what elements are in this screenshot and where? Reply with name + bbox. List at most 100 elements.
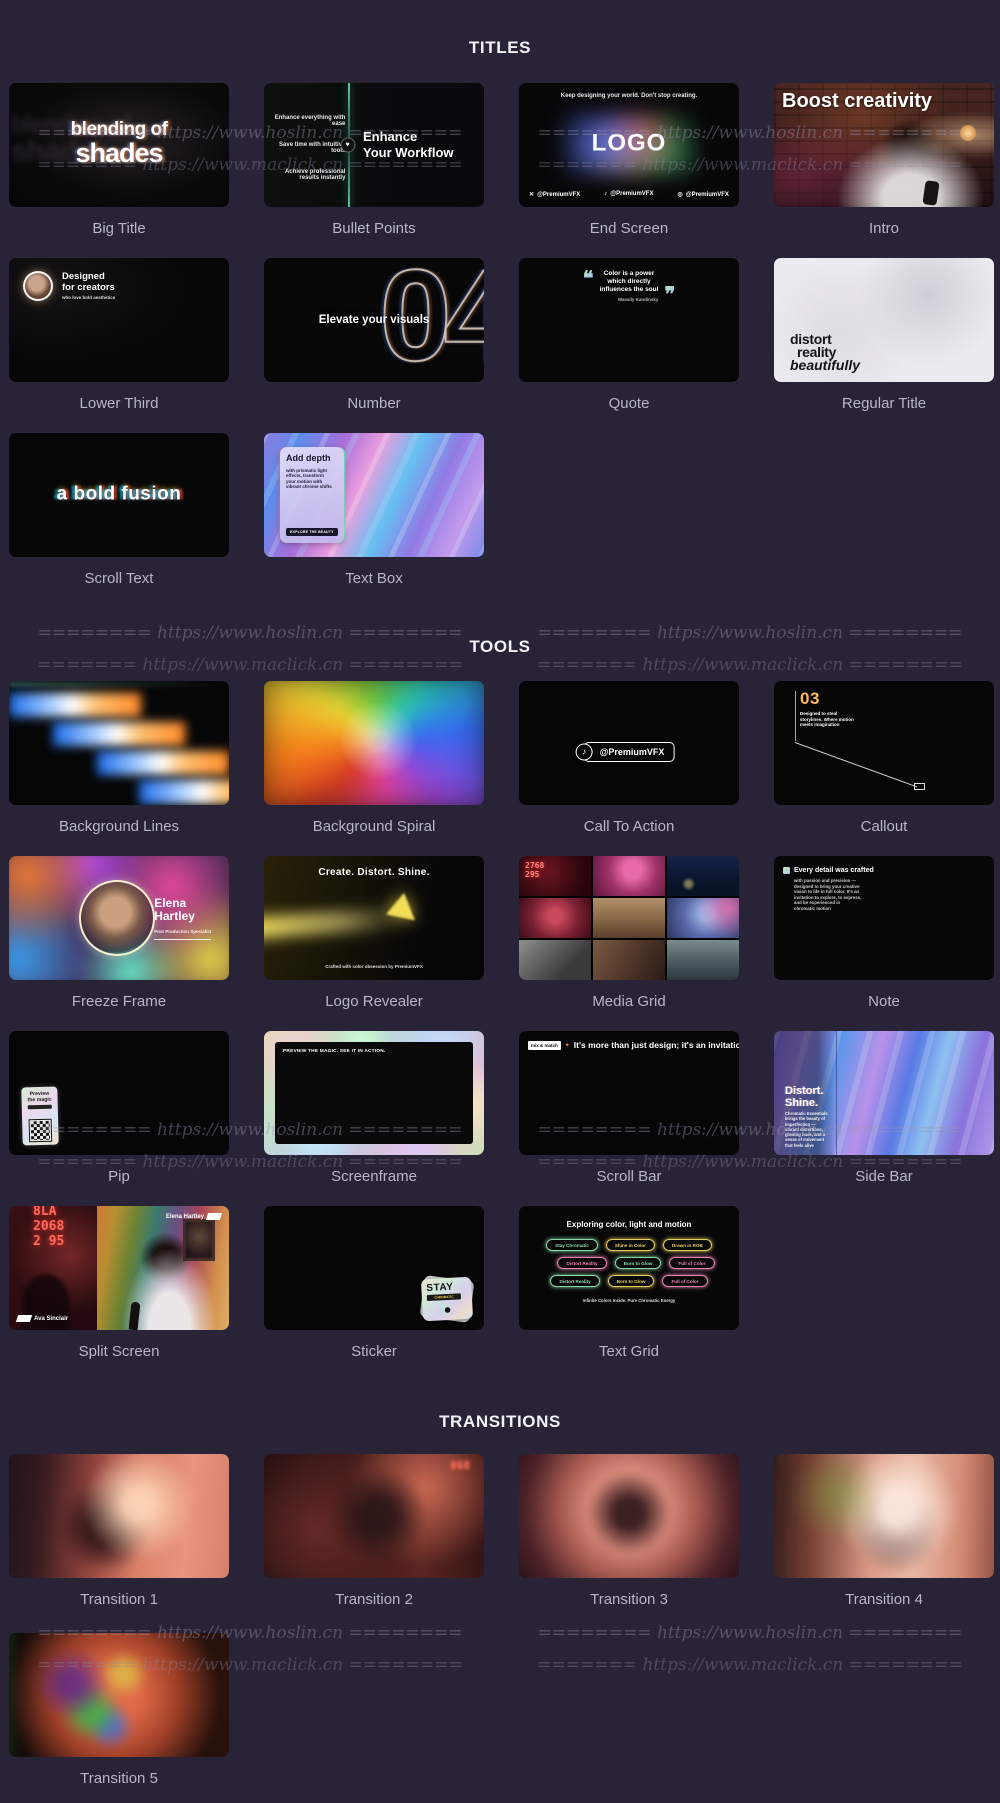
thumb-end-screen[interactable]: Keep designing your world. Don't stop cr… <box>519 83 739 207</box>
thumb-quote[interactable]: ❝ Color is a power which directly influe… <box>519 258 739 382</box>
watermark-text: ======= https://www.maclick.cn ======== <box>537 655 962 675</box>
lamp-decoration <box>960 125 976 141</box>
heading-text: Exploring color, light and motion <box>567 1220 692 1229</box>
bullet-list: Enhance everything with ease Save time w… <box>264 115 345 181</box>
thumb-big-title[interactable]: blending of shades blending of shades <box>9 83 229 207</box>
heart-icon: ♥ <box>340 138 355 153</box>
template-card-side-bar: Distort. Shine. Chromatic Essentials bri… <box>774 1031 994 1186</box>
template-card-lower-third: Designed for creators who love bold aest… <box>9 258 229 413</box>
template-card-split-screen: 8LA 2068 2 95 Elena Hartley Ava Sinclair… <box>9 1206 229 1361</box>
thumb-freeze-frame[interactable]: Elena Hartley Post Production Specialist <box>9 856 229 980</box>
thumb-media-grid[interactable]: 2768 295 <box>519 856 739 980</box>
note-icon <box>783 867 790 874</box>
thumb-intro[interactable]: Boost creativity <box>774 83 994 207</box>
thumb-transition-2[interactable]: 868 <box>264 1454 484 1578</box>
card-label: Side Bar <box>774 1168 994 1186</box>
tiktok-icon: ♪ <box>576 743 593 760</box>
gradient-bar <box>139 780 229 804</box>
media-cell <box>519 940 591 980</box>
thumb-number[interactable]: 04 Elevate your visuals <box>264 258 484 382</box>
highlight-ring <box>79 880 155 956</box>
tiktok-icon: ♪ <box>604 191 607 197</box>
thumb-transition-4[interactable] <box>774 1454 994 1578</box>
card-label: Pip <box>9 1168 229 1186</box>
thumb-pip[interactable]: Preview the magic <box>9 1031 229 1155</box>
transitions-grid: Transition 1 868 Transition 2 Transition… <box>0 1454 1000 1788</box>
thumb-side-bar[interactable]: Distort. Shine. Chromatic Essentials bri… <box>774 1031 994 1155</box>
card-label: Sticker <box>264 1343 484 1361</box>
template-card-big-title: blending of shades blending of shades Bi… <box>9 83 229 238</box>
thumb-transition-3[interactable] <box>519 1454 739 1578</box>
media-cell <box>667 856 739 896</box>
thumb-scroll-bar[interactable]: mix & match ✦ It's more than just design… <box>519 1031 739 1155</box>
card-label: Regular Title <box>774 395 994 413</box>
title-text: distort reality beautifully <box>790 333 860 372</box>
template-card-transition-5: Transition 5 <box>9 1633 229 1788</box>
screen-text: PREVIEW THE MAGIC. SEE IT IN ACTION. <box>283 1049 385 1054</box>
card-label: End Screen <box>519 220 739 238</box>
template-card-background-spiral: Background Spiral <box>264 681 484 836</box>
titles-grid: blending of shades blending of shades Bi… <box>0 83 1000 588</box>
pill: Shine in Color <box>606 1239 655 1251</box>
x-icon: ✕ <box>529 192 534 198</box>
footer-text: Crafted with color obsession by PremiumV… <box>264 964 484 969</box>
template-card-bullet-points: Enhance everything with ease Save time w… <box>264 83 484 238</box>
thumb-background-spiral[interactable] <box>264 681 484 805</box>
template-card-regular-title: distort reality beautifully Regular Titl… <box>774 258 994 413</box>
section-header-transitions: TRANSITIONS <box>0 1412 1000 1431</box>
thumb-scroll-text[interactable]: a bold fusion <box>9 433 229 557</box>
card-label: Lower Third <box>9 395 229 413</box>
open-quote-icon: ❝ <box>583 270 594 288</box>
thumb-sticker[interactable]: STAY CHROMATIC <box>264 1206 484 1330</box>
thumb-transition-5[interactable] <box>9 1633 229 1757</box>
callout-line <box>795 691 796 741</box>
thumb-regular-title[interactable]: distort reality beautifully <box>774 258 994 382</box>
neon-digits: 2768 295 <box>525 861 544 879</box>
name-text: Elena Hartley Post Production Specialist <box>154 897 211 940</box>
thumb-text-box[interactable]: Add depth with prismatic light effects, … <box>264 433 484 557</box>
sticker-stack: STAY CHROMATIC <box>422 1278 472 1320</box>
split-right-pane <box>97 1206 229 1330</box>
template-card-end-screen: Keep designing your world. Don't stop cr… <box>519 83 739 238</box>
close-quote-icon: ❞ <box>664 286 675 304</box>
thumb-background-lines[interactable] <box>9 681 229 805</box>
tag-flag <box>206 1213 222 1220</box>
name-tag-left: Ava Sinclair <box>17 1315 68 1322</box>
wall-frame <box>183 1219 215 1261</box>
sticker-badge <box>440 1303 455 1316</box>
numeral-text: 03 <box>800 689 820 709</box>
thumb-note[interactable]: Every detail was crafted with passion an… <box>774 856 994 980</box>
thumb-lower-third[interactable]: Designed for creators who love bold aest… <box>9 258 229 382</box>
qr-code <box>30 1120 52 1142</box>
quote-text: Color is a power which directly influenc… <box>600 270 659 294</box>
body-text: Chromatic Essentials brings the beauty o… <box>785 1111 829 1148</box>
card-bar <box>28 1105 52 1110</box>
attribution-text: Wassily Kandinsky <box>600 297 659 302</box>
sticker-front: STAY CHROMATIC <box>421 1277 473 1322</box>
template-card-text-box: Add depth with prismatic light effects, … <box>264 433 484 588</box>
card-label: Scroll Text <box>9 570 229 588</box>
social-handles: ✕@PremiumVFX ♪@PremiumVFX ◎@PremiumVFX <box>519 191 739 198</box>
light-beam <box>264 906 405 939</box>
gradient-bar <box>9 693 141 717</box>
tag-flag <box>16 1315 32 1322</box>
template-gallery: ======== https://www.hoslin.cn =========… <box>0 0 1000 1803</box>
thumb-bullet-points[interactable]: Enhance everything with ease Save time w… <box>264 83 484 207</box>
template-card-media-grid: 2768 295 Media Grid <box>519 856 739 1011</box>
card-label: Transition 3 <box>519 1591 739 1609</box>
card-label: Transition 2 <box>264 1591 484 1609</box>
quote-block: ❝ Color is a power which directly influe… <box>519 270 739 304</box>
card-label: Logo Revealer <box>264 993 484 1011</box>
thumb-logo-revealer[interactable]: Create. Distort. Shine. Crafted with col… <box>264 856 484 980</box>
card-button: EXPLORE THE BEAUTY <box>286 528 338 536</box>
note-header: Every detail was crafted <box>783 867 874 874</box>
name-tag-right: Elena Hartley <box>166 1213 221 1220</box>
thumb-transition-1[interactable] <box>9 1454 229 1578</box>
thumb-callout[interactable]: 03 Designed to steal storylines. Where m… <box>774 681 994 805</box>
thumb-screenframe[interactable]: PREVIEW THE MAGIC. SEE IT IN ACTION. <box>264 1031 484 1155</box>
thumb-split-screen[interactable]: 8LA 2068 2 95 Elena Hartley Ava Sinclair <box>9 1206 229 1330</box>
pill: Drawn in RGB <box>663 1239 712 1251</box>
card-label: Freeze Frame <box>9 993 229 1011</box>
thumb-text-grid[interactable]: Exploring color, light and motion Stay C… <box>519 1206 739 1330</box>
thumb-call-to-action[interactable]: ♪ @PremiumVFX <box>519 681 739 805</box>
